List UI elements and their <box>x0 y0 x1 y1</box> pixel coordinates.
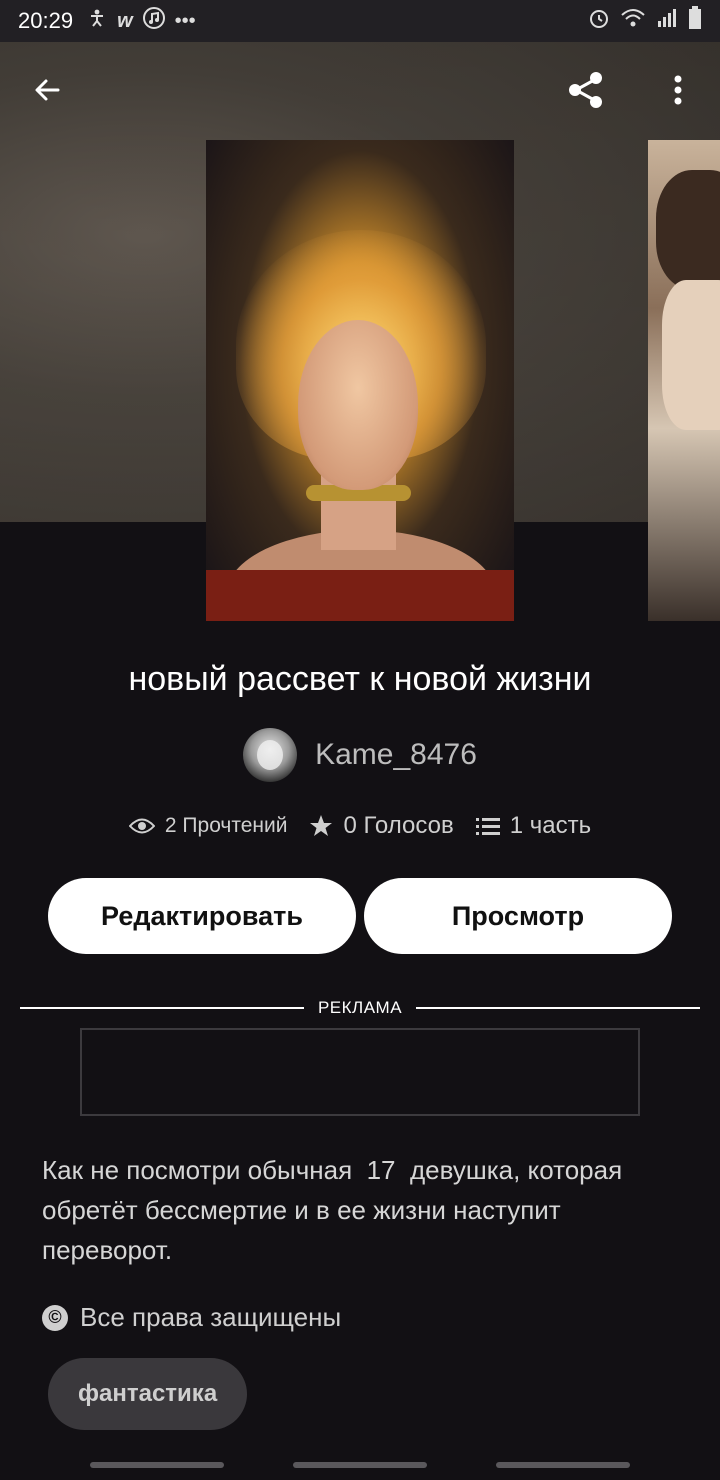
cover-art-face <box>298 320 418 490</box>
accessibility-icon <box>87 8 107 34</box>
edit-button[interactable]: Редактировать <box>48 878 356 954</box>
alarm-icon <box>588 7 610 35</box>
signal-icon <box>656 7 678 35</box>
copyright-icon: © <box>42 1304 68 1331</box>
music-icon <box>142 7 165 35</box>
more-options-button[interactable] <box>650 62 706 118</box>
story-stats: 2 Прочтений 0 Голосов 1 часть <box>0 812 720 840</box>
next-story-cover[interactable] <box>648 140 720 621</box>
parts-count: 1 часть <box>509 812 592 839</box>
divider-line <box>416 1007 701 1009</box>
story-title: новый рассвет к новой жизни <box>128 660 592 698</box>
preview-button[interactable]: Просмотр <box>364 878 672 954</box>
kebab-menu-icon <box>674 75 682 105</box>
list-icon <box>475 818 500 835</box>
back-button[interactable] <box>20 62 76 118</box>
cover-art-top <box>206 570 514 621</box>
author-row[interactable]: Kame_8476 <box>0 728 720 782</box>
action-buttons: Редактировать Просмотр <box>48 878 672 954</box>
star-icon <box>310 815 333 836</box>
bottom-nav-bar <box>0 1454 720 1480</box>
battery-icon <box>688 6 702 36</box>
copyright-text: Все права защищены <box>80 1302 342 1332</box>
ad-placeholder[interactable] <box>80 1028 640 1116</box>
ad-label: РЕКЛАМА <box>317 998 403 1017</box>
ad-divider: РЕКЛАМА <box>20 998 701 1018</box>
genre-tag[interactable]: фантастика <box>48 1358 248 1430</box>
more-dots-icon: ••• <box>174 9 196 32</box>
reads-count: 2 Прочтений <box>164 814 288 837</box>
nav-recent-button[interactable] <box>90 1462 224 1468</box>
cover-art-face <box>662 280 720 430</box>
share-icon <box>569 72 602 108</box>
copyright-row: © Все права защищены <box>42 1302 341 1333</box>
status-bar: 20:29 w ••• <box>0 0 720 42</box>
wattpad-icon: w <box>117 9 133 32</box>
nav-home-button[interactable] <box>293 1462 427 1468</box>
status-time: 20:29 <box>18 8 74 33</box>
votes-stat: 0 Голосов <box>309 812 454 840</box>
cover-art-hair <box>656 170 720 290</box>
author-name[interactable]: Kame_8476 <box>315 738 477 772</box>
divider-line <box>20 1007 304 1009</box>
parts-stat: 1 часть <box>475 812 592 840</box>
reads-stat: 2 Прочтений <box>128 814 288 838</box>
avatar[interactable] <box>243 728 298 782</box>
story-cover[interactable] <box>206 140 514 621</box>
story-description: Как не посмотри обычная 17 девушка, кото… <box>42 1155 630 1265</box>
arrow-left-icon <box>35 79 60 101</box>
votes-count: 0 Голосов <box>343 812 454 839</box>
share-button[interactable] <box>558 62 614 118</box>
wifi-icon <box>620 7 646 35</box>
nav-back-button[interactable] <box>496 1462 630 1468</box>
eye-icon <box>128 818 155 834</box>
